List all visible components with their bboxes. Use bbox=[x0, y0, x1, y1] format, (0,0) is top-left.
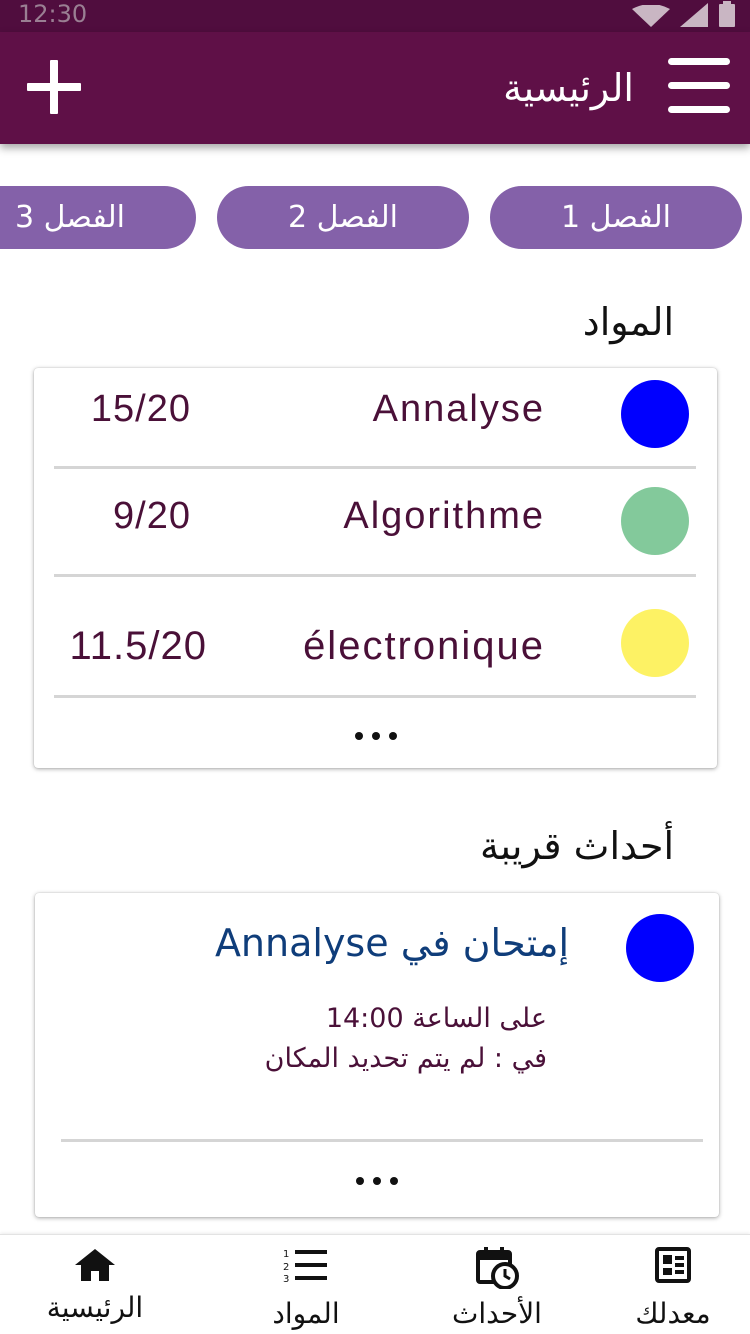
subject-row[interactable]: Algorithme 9/20 bbox=[34, 469, 717, 569]
hamburger-line bbox=[668, 58, 730, 65]
status-time: 12:30 bbox=[18, 0, 88, 28]
subject-color-dot bbox=[621, 609, 689, 677]
signal-icon bbox=[680, 3, 708, 27]
nav-item-average[interactable]: معدلك bbox=[588, 1235, 750, 1334]
svg-text:3: 3 bbox=[283, 1274, 289, 1283]
event-place: في : لم يتم تحديد المكان bbox=[264, 1043, 547, 1074]
wifi-icon bbox=[632, 5, 670, 27]
event-color-dot bbox=[626, 914, 694, 982]
divider bbox=[54, 574, 696, 577]
semester-chip-2[interactable]: الفصل 2 bbox=[217, 186, 469, 249]
home-icon bbox=[75, 1249, 115, 1281]
add-button[interactable] bbox=[22, 58, 84, 118]
subjects-card: Annalyse 15/20 Algorithme 9/20 électroni… bbox=[34, 368, 717, 768]
divider bbox=[54, 695, 696, 698]
status-bar: 12:30 bbox=[0, 0, 750, 32]
battery-icon bbox=[718, 1, 736, 27]
menu-button[interactable] bbox=[668, 58, 730, 116]
nav-item-subjects[interactable]: 1 2 3 المواد bbox=[221, 1235, 391, 1334]
page-title: الرئيسية bbox=[503, 66, 634, 110]
status-icons bbox=[632, 1, 736, 27]
nav-item-home[interactable]: الرئيسية bbox=[10, 1235, 180, 1334]
subject-grade: 11.5/20 bbox=[69, 624, 207, 668]
nav-label-events: الأحداث bbox=[452, 1297, 542, 1330]
subject-name: Algorithme bbox=[343, 495, 545, 537]
more-horizontal-icon bbox=[356, 1177, 398, 1185]
events-card: إمتحان في Annalyse على الساعة 14:00 في :… bbox=[35, 893, 719, 1217]
semester-chip-1[interactable]: الفصل 1 bbox=[490, 186, 742, 249]
hamburger-line bbox=[668, 82, 730, 89]
subject-name: Annalyse bbox=[372, 388, 545, 430]
svg-text:1: 1 bbox=[283, 1249, 289, 1260]
subject-color-dot bbox=[621, 487, 689, 555]
nav-label-subjects: المواد bbox=[272, 1297, 340, 1330]
event-time: على الساعة 14:00 bbox=[325, 1003, 547, 1034]
subject-grade: 15/20 bbox=[90, 388, 191, 430]
more-horizontal-icon bbox=[354, 732, 397, 740]
svg-text:2: 2 bbox=[283, 1262, 289, 1273]
subject-grade: 9/20 bbox=[113, 495, 191, 537]
nav-item-events[interactable]: الأحداث bbox=[412, 1235, 582, 1334]
event-title[interactable]: إمتحان في Annalyse bbox=[215, 921, 569, 965]
hamburger-line bbox=[668, 106, 730, 113]
app-bar: الرئيسية bbox=[0, 32, 750, 144]
subjects-section-title: المواد bbox=[582, 300, 674, 344]
events-section-title: أحداث قريبة bbox=[480, 824, 674, 868]
numbered-list-icon: 1 2 3 bbox=[283, 1249, 327, 1283]
subject-color-dot bbox=[621, 380, 689, 448]
subject-name: électronique bbox=[303, 624, 545, 668]
bottom-navigation: الرئيسية 1 2 3 المواد الأحداث معدلك bbox=[0, 1234, 750, 1334]
calendar-clock-icon bbox=[476, 1247, 519, 1289]
events-more-button[interactable] bbox=[35, 1151, 719, 1211]
semester-chip-3[interactable]: الفصل 3 bbox=[0, 186, 196, 249]
nav-label-home: الرئيسية bbox=[46, 1291, 144, 1324]
dashboard-icon bbox=[655, 1247, 691, 1283]
subject-row[interactable]: Annalyse 15/20 bbox=[34, 368, 717, 468]
subjects-more-button[interactable] bbox=[34, 706, 717, 766]
subject-row[interactable]: électronique 11.5/20 bbox=[34, 578, 717, 696]
nav-label-average: معدلك bbox=[635, 1297, 711, 1330]
divider bbox=[61, 1139, 703, 1142]
semester-tabs: الفصل 1 الفصل 2 الفصل 3 bbox=[0, 186, 750, 250]
